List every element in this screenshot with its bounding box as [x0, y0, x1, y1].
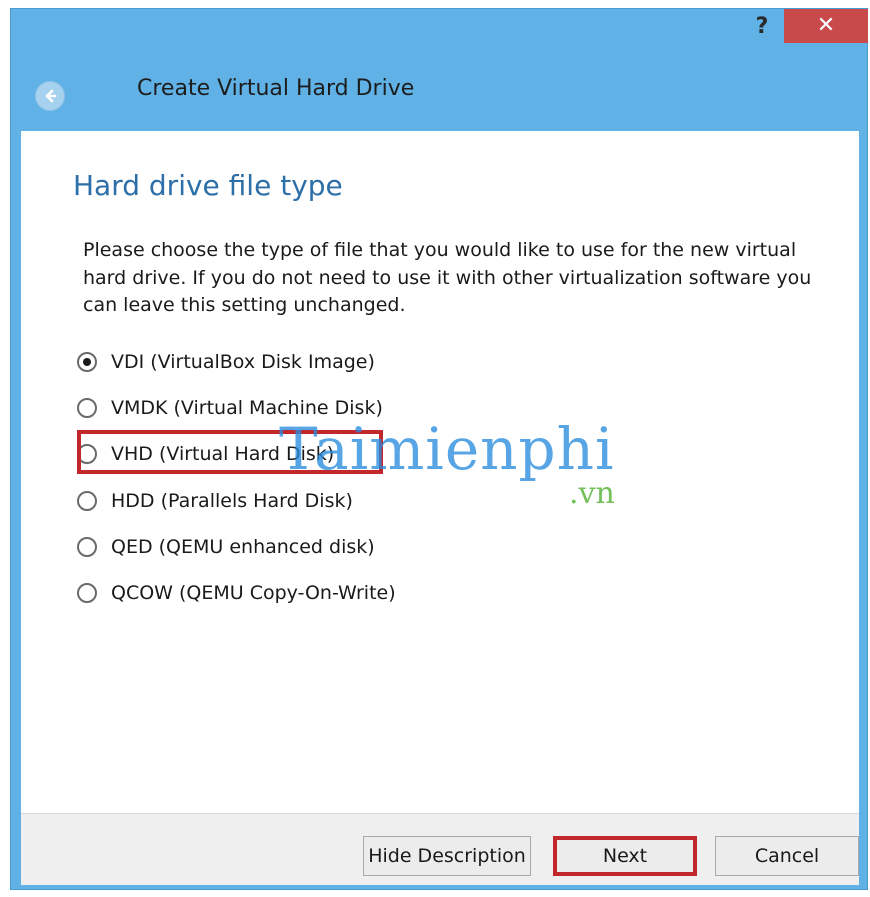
option-vdi[interactable]: VDI (VirtualBox Disk Image): [77, 345, 375, 379]
page-heading: Hard drive file type: [73, 169, 343, 202]
radio-vmdk[interactable]: [77, 398, 97, 418]
radio-qcow[interactable]: [77, 583, 97, 603]
title-bar: ? ✕ Create Virtual Hard Drive: [11, 9, 868, 131]
radio-vdi[interactable]: [77, 352, 97, 372]
dialog-window: ? ✕ Create Virtual Hard Drive Hard drive…: [10, 8, 868, 890]
option-label: VDI (VirtualBox Disk Image): [111, 351, 375, 373]
option-label: QED (QEMU enhanced disk): [111, 536, 375, 558]
option-hdd[interactable]: HDD (Parallels Hard Disk): [77, 484, 353, 518]
option-label: HDD (Parallels Hard Disk): [111, 490, 353, 512]
watermark-domain: .vn: [569, 476, 615, 511]
window-title: Create Virtual Hard Drive: [137, 76, 415, 101]
close-button[interactable]: ✕: [784, 9, 868, 43]
back-button[interactable]: [35, 81, 65, 111]
option-qcow[interactable]: QCOW (QEMU Copy-On-Write): [77, 576, 396, 610]
wizard-content: Hard drive file type Please choose the t…: [21, 131, 859, 813]
watermark-logo: Taimienphi: [279, 415, 615, 483]
radio-qed[interactable]: [77, 537, 97, 557]
button-bar: Hide Description Next Cancel: [21, 813, 859, 885]
hide-description-button[interactable]: Hide Description: [363, 836, 531, 876]
radio-hdd[interactable]: [77, 491, 97, 511]
back-arrow-icon: [45, 89, 57, 103]
page-description: Please choose the type of file that you …: [83, 239, 812, 316]
next-button[interactable]: Next: [553, 836, 697, 876]
option-qed[interactable]: QED (QEMU enhanced disk): [77, 530, 375, 564]
option-label: QCOW (QEMU Copy-On-Write): [111, 582, 396, 604]
help-button[interactable]: ?: [742, 11, 782, 43]
cancel-button[interactable]: Cancel: [715, 836, 859, 876]
